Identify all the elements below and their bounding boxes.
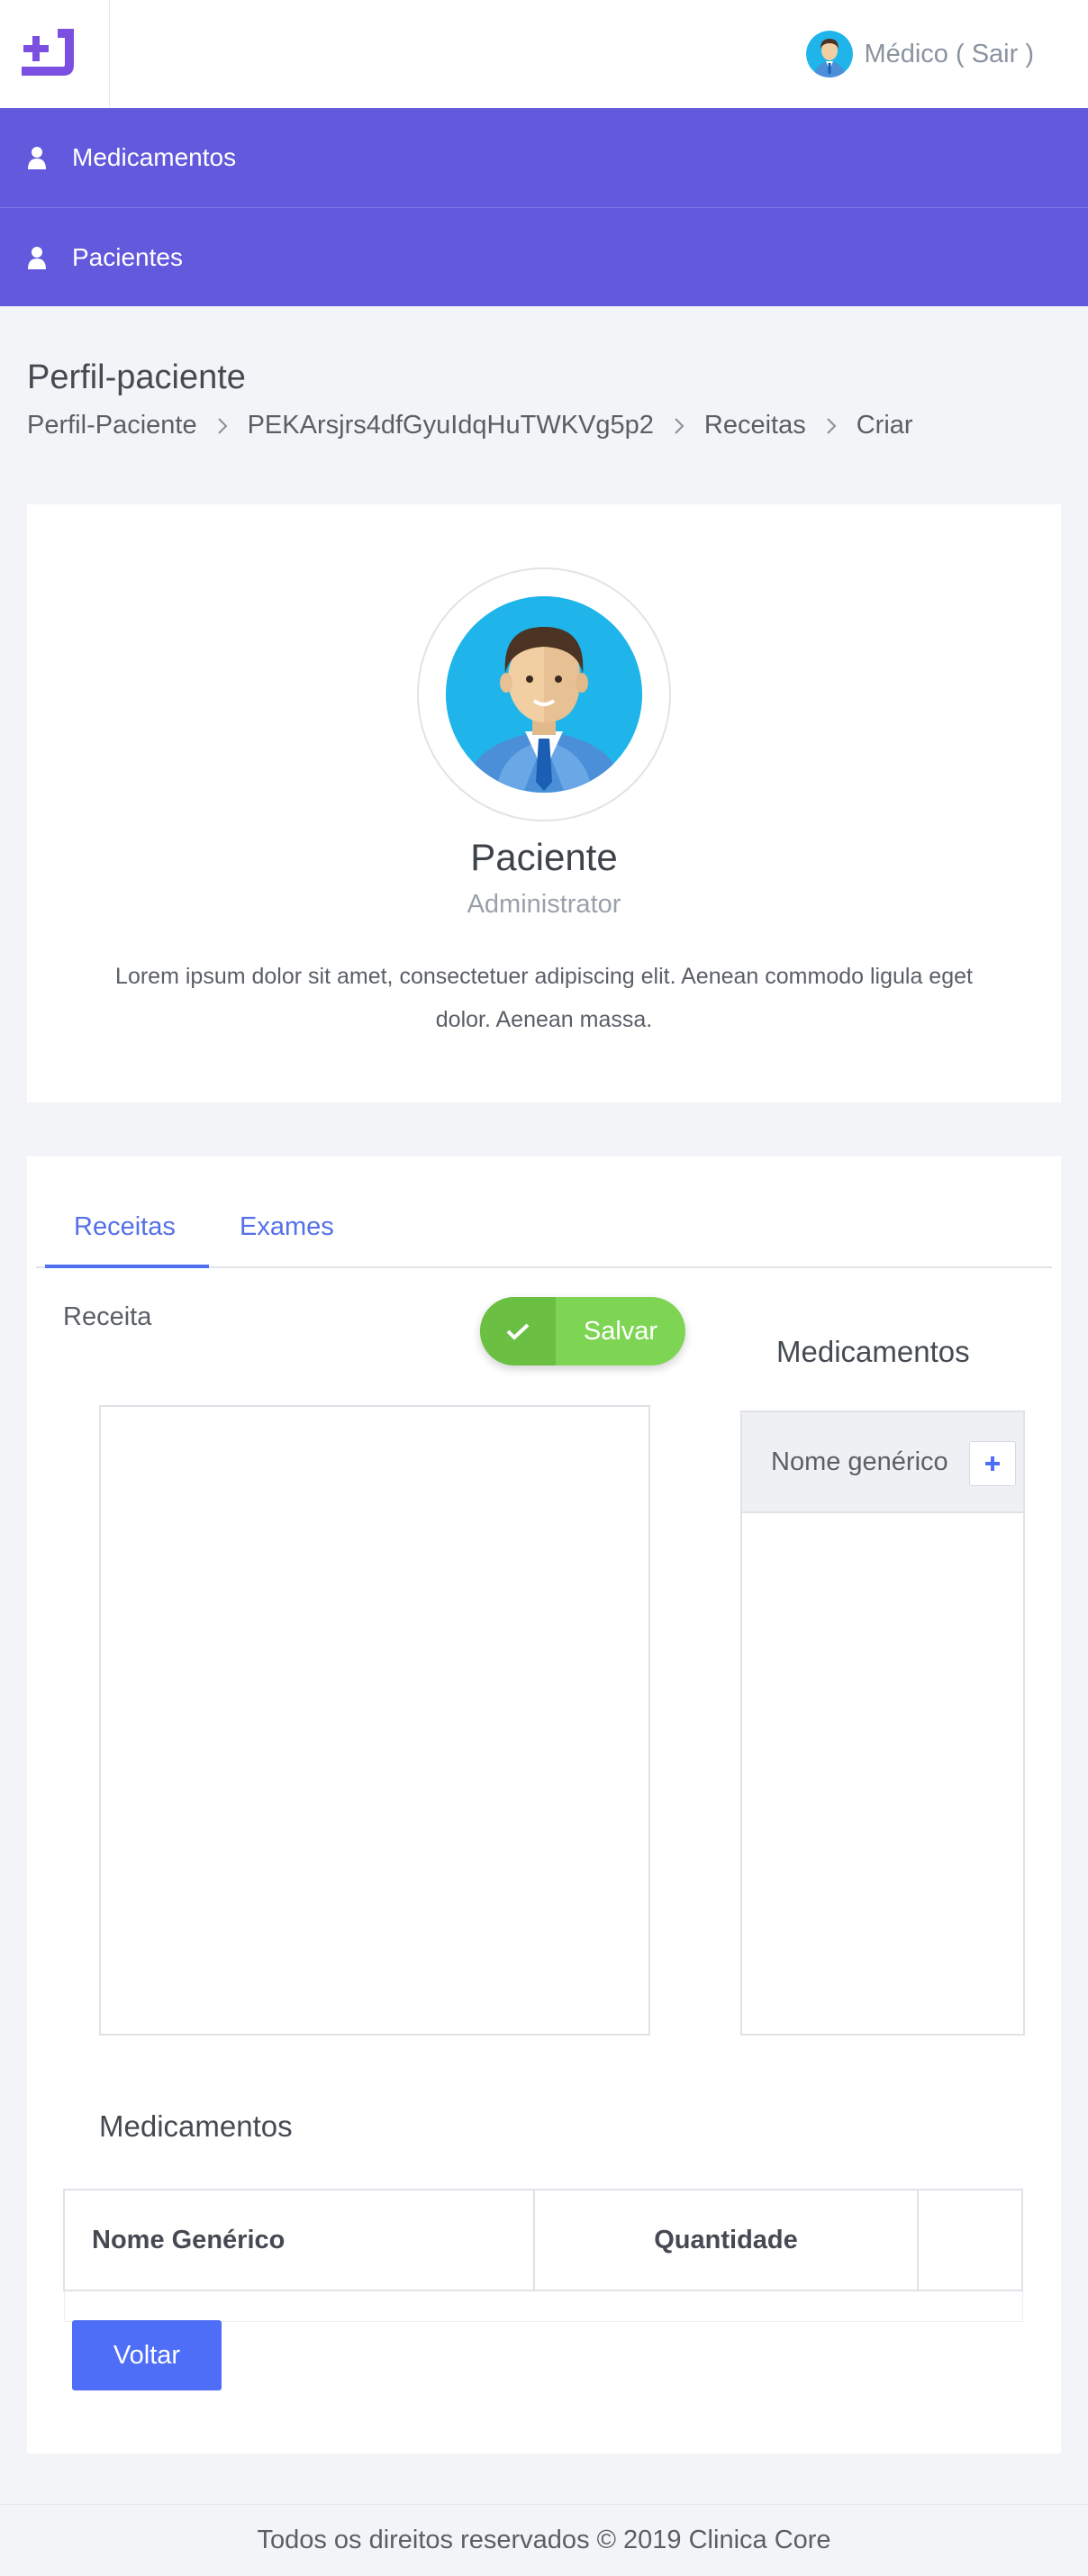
nav-item-medicamentos[interactable]: Medicamentos <box>0 108 1088 207</box>
medicamentos-table: Nome Genérico Quantidade <box>63 2189 1023 2322</box>
active-tab-indicator <box>45 1265 209 1268</box>
tab-receitas[interactable]: Receitas <box>74 1212 176 1242</box>
profile-description: Lorem ipsum dolor sit amet, consectetuer… <box>115 964 973 1032</box>
user-avatar <box>806 31 854 77</box>
breadcrumb-item-criar: Criar <box>856 411 913 440</box>
top-bar: Médico ( Sair ) <box>0 0 1088 108</box>
chevron-right-icon <box>826 417 837 435</box>
receita-textarea[interactable] <box>99 1405 650 2036</box>
nome-generico-header: Nome genérico <box>771 1447 948 1476</box>
receita-label: Receita <box>63 1302 152 1331</box>
nav-item-pacientes[interactable]: Pacientes <box>0 207 1088 306</box>
profile-name: Paciente <box>470 836 618 878</box>
chevron-right-icon <box>674 417 685 435</box>
medicamentos-search-title: Medicamentos <box>776 1335 970 1368</box>
page-title: Perfil-paciente <box>27 358 246 396</box>
main-nav: Medicamentos Pacientes <box>0 108 1088 306</box>
table-header-row: Nome Genérico Quantidade <box>63 2189 1023 2291</box>
tabs: Receitas Exames <box>36 1156 1052 1268</box>
add-medicamento-button[interactable] <box>969 1441 1016 1486</box>
check-icon <box>480 1297 556 1365</box>
save-button[interactable]: Salvar <box>480 1297 685 1365</box>
logo[interactable] <box>0 0 110 108</box>
tab-exames[interactable]: Exames <box>240 1212 334 1242</box>
user-icon <box>28 246 46 269</box>
column-nome-generico: Nome Genérico <box>63 2189 535 2291</box>
footer: Todos os direitos reservados © 2019 Clin… <box>0 2504 1088 2576</box>
profile-role: Administrator <box>467 890 621 919</box>
user-logout-link[interactable]: Médico ( Sair ) <box>864 40 1034 69</box>
doctor-avatar-icon <box>446 596 642 793</box>
prescription-card: Receitas Exames Receita Salvar Medicamen… <box>27 1156 1061 2454</box>
plus-icon <box>985 1456 1000 1471</box>
profile-card: Paciente Administrator Lorem ipsum dolor… <box>27 504 1061 1102</box>
breadcrumb: Perfil-Paciente PEKArsjrs4dfGyuIdqHuTWKV… <box>27 411 913 440</box>
profile-avatar <box>417 567 671 821</box>
nav-item-label: Medicamentos <box>72 143 237 171</box>
breadcrumb-item-id[interactable]: PEKArsjrs4dfGyuIdqHuTWKVg5p2 <box>248 411 654 440</box>
logo-icon <box>22 29 74 76</box>
breadcrumb-item-receitas[interactable]: Receitas <box>704 411 806 440</box>
chevron-right-icon <box>217 417 228 435</box>
table-row <box>63 2290 1023 2322</box>
medicamentos-table-title: Medicamentos <box>99 2109 293 2143</box>
back-button[interactable]: Voltar <box>72 2320 222 2390</box>
nav-item-label: Pacientes <box>72 242 183 271</box>
breadcrumb-item-perfil[interactable]: Perfil-Paciente <box>27 411 197 440</box>
user-menu[interactable]: Médico ( Sair ) <box>806 29 1034 79</box>
column-actions <box>917 2189 1023 2291</box>
medicamentos-search-header: Nome genérico <box>742 1412 1023 1513</box>
medicamentos-search-list: Nome genérico <box>740 1410 1025 2036</box>
user-icon <box>28 147 46 169</box>
save-button-label: Salvar <box>583 1316 658 1346</box>
column-quantidade: Quantidade <box>533 2189 919 2291</box>
